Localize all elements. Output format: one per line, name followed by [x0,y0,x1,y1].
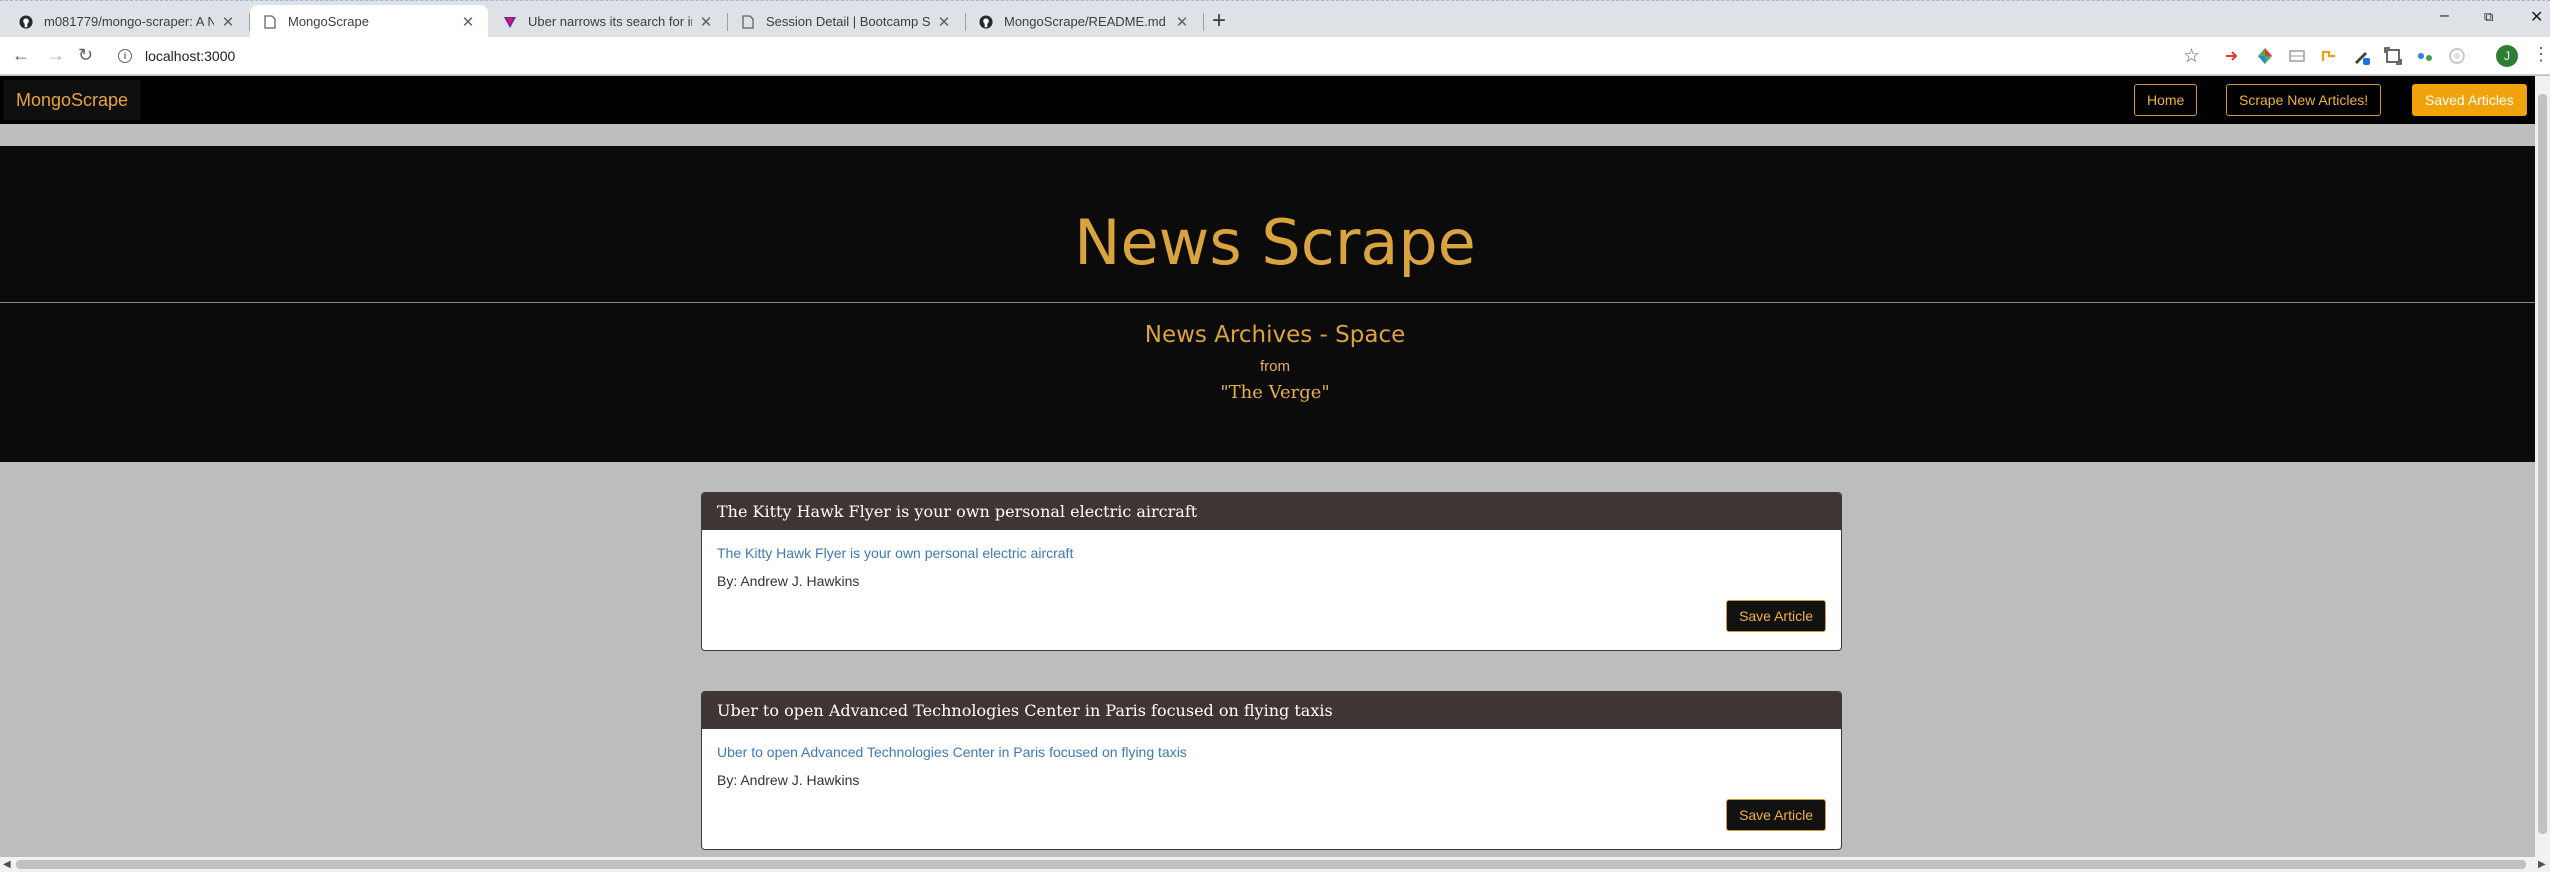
extension-orange-icon[interactable] [2320,47,2338,65]
profile-avatar[interactable]: J [2496,45,2518,67]
tab-title: Session Detail | Bootcamp Spot [766,14,930,29]
close-icon[interactable]: ✕ [936,13,952,31]
close-icon[interactable]: ✕ [698,13,714,31]
horizontal-scrollbar[interactable]: ◀ ▶ [0,857,2550,872]
save-article-button[interactable]: Save Article [1726,600,1826,632]
app-navbar: MongoScrape Home Scrape New Articles! Sa… [0,76,2550,124]
browser-tab-github-readme[interactable]: MongoScrape/README.md at m ✕ [966,5,1202,38]
page-icon [262,14,278,30]
close-icon[interactable]: ✕ [460,13,476,31]
verge-icon [502,14,518,30]
save-article-button[interactable]: Save Article [1726,799,1826,831]
article-card: The Kitty Hawk Flyer is your own persona… [701,492,1842,651]
back-arrow-icon[interactable]: ← [12,45,30,65]
article-link[interactable]: The Kitty Hawk Flyer is your own persona… [717,545,1073,561]
new-tab-button[interactable]: + [1212,7,1226,35]
divider [0,302,2550,303]
restore-window-icon[interactable]: ⧉ [2484,9,2493,25]
horizontal-scroll-thumb[interactable] [16,860,2526,869]
browser-menu-icon[interactable]: ⋮ [2532,44,2550,65]
article-headline: The Kitty Hawk Flyer is your own persona… [702,493,1841,530]
tab-title: Uber narrows its search for inter [528,14,692,29]
extension-grid-icon[interactable] [2288,47,2306,65]
tab-title: MongoScrape [288,14,369,29]
close-icon[interactable]: ✕ [220,13,236,31]
scroll-left-arrow-icon[interactable]: ◀ [3,857,11,872]
vertical-scrollbar[interactable] [2535,76,2550,857]
minimize-window-icon[interactable]: – [2440,7,2449,25]
browser-toolbar: ← → ↻ i localhost:3000 ☆ J ⋮ [0,37,2550,75]
extension-pen-icon[interactable] [2352,47,2370,65]
article-body: The Kitty Hawk Flyer is your own persona… [702,530,1841,650]
forward-arrow-icon[interactable]: → [47,45,65,65]
scrape-new-articles-button[interactable]: Scrape New Articles! [2226,84,2382,116]
scroll-right-arrow-icon[interactable]: ▶ [2538,857,2546,872]
saved-articles-button[interactable]: Saved Articles [2412,84,2527,116]
github-icon [978,14,994,30]
close-icon[interactable]: ✕ [1174,13,1190,31]
address-bar[interactable]: i localhost:3000 [118,43,2208,69]
bookmark-star-icon[interactable]: ☆ [2183,45,2200,68]
page-title: News Scrape [1074,206,1476,279]
article-author: By: Andrew J. Hawkins [717,772,860,788]
extension-arrow-icon[interactable] [2224,47,2242,65]
browser-tab-verge-article[interactable]: Uber narrows its search for inter ✕ [490,5,726,38]
article-author: By: Andrew J. Hawkins [717,573,860,589]
extension-colorful-icon[interactable] [2256,47,2274,65]
close-window-icon[interactable]: ✕ [2530,7,2543,27]
archive-subtitle: News Archives - Space [1144,322,1406,348]
url-text: localhost:3000 [145,48,236,64]
extension-circle-icon[interactable] [2448,47,2466,65]
article-body: Uber to open Advanced Technologies Cente… [702,729,1841,849]
tab-title: m081779/mongo-scraper: A NYT [44,14,214,29]
article-card: Uber to open Advanced Technologies Cente… [701,691,1842,850]
browser-tab-github-repo[interactable]: m081779/mongo-scraper: A NYT ✕ [6,5,248,38]
article-headline: Uber to open Advanced Technologies Cente… [702,692,1841,729]
extension-link-icon[interactable] [2416,47,2434,65]
vertical-scroll-thumb[interactable] [2538,94,2547,834]
home-link[interactable]: Home [2134,84,2198,116]
reload-icon[interactable]: ↻ [78,45,93,65]
info-icon[interactable]: i [118,49,132,63]
article-link[interactable]: Uber to open Advanced Technologies Cente… [717,744,1187,760]
page-icon [740,14,756,30]
source-name: "The Verge" [1220,382,1330,403]
browser-tab-mongoscrape[interactable]: MongoScrape ✕ [250,5,488,38]
tab-title: MongoScrape/README.md at m [1004,14,1168,29]
tab-separator [1203,13,1204,31]
hero-jumbotron: News Scrape News Archives - Space from "… [0,146,2550,462]
from-label: from [1260,358,1290,375]
github-icon [18,14,34,30]
browser-tab-strip: m081779/mongo-scraper: A NYT ✕ MongoScra… [0,0,2550,38]
brand-link[interactable]: MongoScrape [4,80,141,120]
extension-screenshot-icon[interactable] [2384,47,2402,65]
browser-tab-bootcamp-spot[interactable]: Session Detail | Bootcamp Spot ✕ [728,5,964,38]
